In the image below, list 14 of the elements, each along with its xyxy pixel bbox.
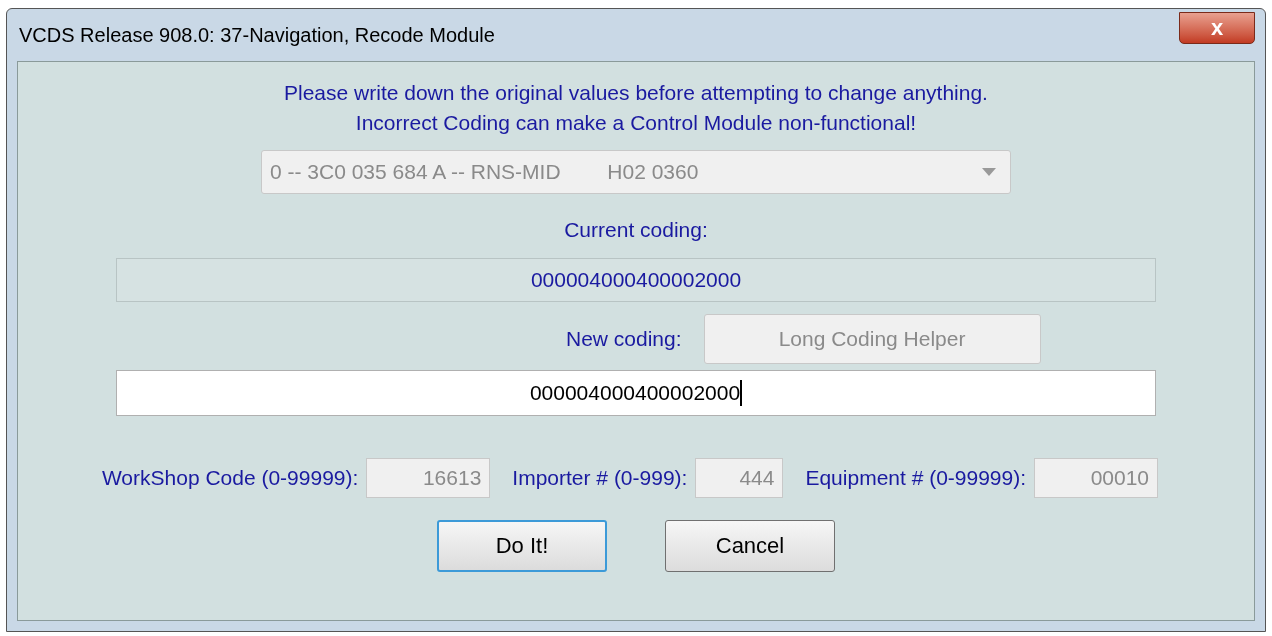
new-coding-label: New coding:	[566, 325, 682, 352]
do-it-button[interactable]: Do It!	[437, 519, 607, 572]
field-label: Importer # (0-999):	[512, 464, 688, 491]
warning-text: Incorrect Coding can make a Control Module non-functional!	[355, 110, 917, 136]
field-label: WorkShop Code (0-99999):	[101, 464, 359, 491]
new-coding-input[interactable]: 000004000400002000	[116, 369, 1156, 416]
dropdown-arrow-icon	[982, 168, 996, 176]
current-coding-field: 000004000400002000	[116, 257, 1156, 302]
window-title: VCDS Release 908.0: 37-Navigation, Recode Module	[19, 23, 495, 48]
field-label: Equipment # (0-99999):	[805, 464, 1027, 491]
warning-text: Please write down the original values before attempting to change anything.	[284, 80, 988, 106]
cancel-button[interactable]: Cancel	[665, 519, 835, 572]
current-coding-label: Current coding:	[564, 217, 708, 243]
close-button[interactable]: x	[1179, 12, 1255, 44]
